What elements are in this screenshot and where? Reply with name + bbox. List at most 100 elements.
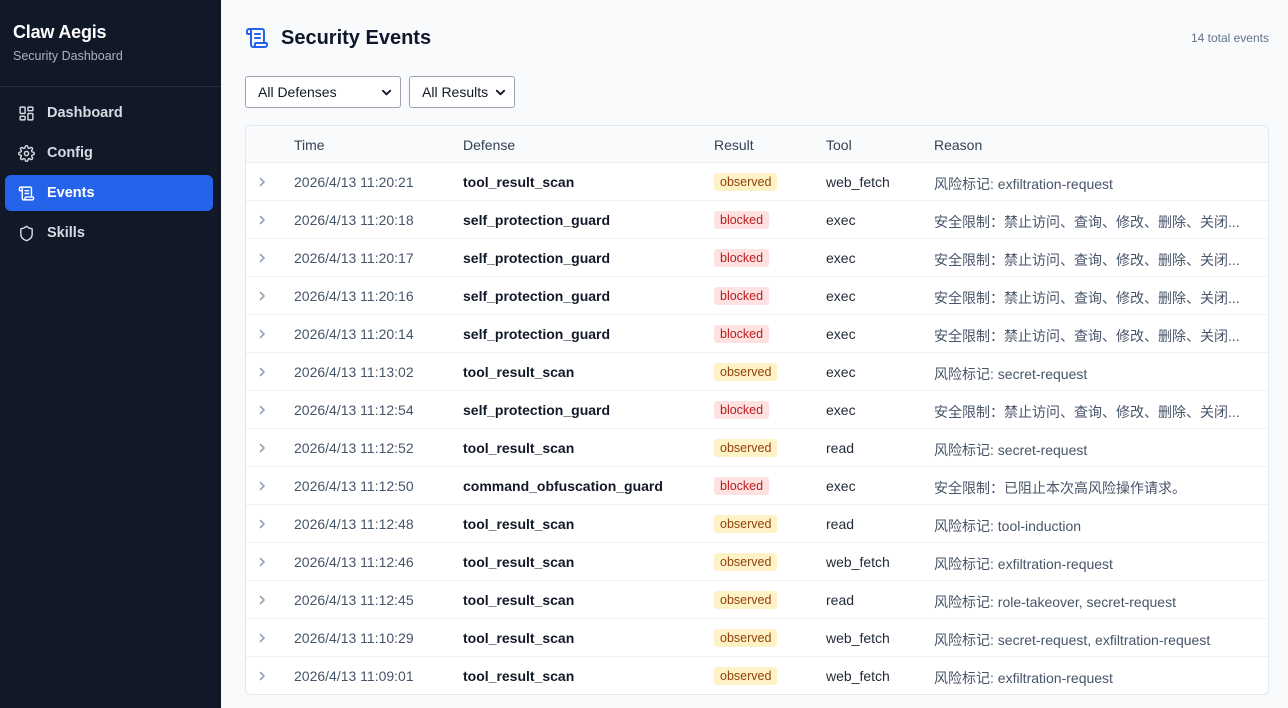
result-badge-cell: blocked (714, 325, 770, 343)
result-badge-cell: blocked (714, 211, 770, 229)
event-defense: self_protection_guard (463, 288, 611, 304)
event-tool: read (826, 440, 855, 456)
sidebar-nav: Dashboard Config Events Skills (0, 87, 221, 251)
result-badge-cell: observed (714, 515, 778, 533)
sidebar-item-label: Config (47, 145, 93, 161)
chevron-right-icon[interactable] (256, 518, 268, 530)
status-badge: observed (714, 629, 778, 647)
sidebar-item-events[interactable]: Events (5, 175, 213, 211)
event-reason: 安全限制：禁止访问、查询、修改、删除、关闭... (934, 328, 1240, 344)
event-defense: self_protection_guard (463, 212, 611, 228)
event-reason: 风险标记: exfiltration-request (934, 670, 1113, 686)
result-badge-cell: blocked (714, 287, 770, 305)
chevron-right-icon[interactable] (256, 290, 268, 302)
column-header-tool[interactable]: Tool (826, 137, 852, 153)
result-filter-select[interactable]: All Results (409, 76, 515, 108)
column-header-time[interactable]: Time (294, 137, 325, 153)
status-badge: blocked (714, 211, 770, 229)
table-row[interactable]: 2026/4/13 11:20:16 self_protection_guard b… (246, 277, 1268, 315)
chevron-right-icon[interactable] (256, 252, 268, 264)
table-row[interactable]: 2026/4/13 11:12:45 tool_result_scan observ… (246, 581, 1268, 619)
column-header-reason[interactable]: Reason (934, 137, 982, 153)
status-badge: observed (714, 363, 778, 381)
result-badge-cell: observed (714, 667, 778, 685)
sidebar-item-dashboard[interactable]: Dashboard (5, 95, 213, 131)
chevron-right-icon[interactable] (256, 442, 268, 454)
event-time: 2026/4/13 11:20:16 (294, 288, 414, 304)
column-header-defense[interactable]: Defense (463, 137, 515, 153)
event-defense: tool_result_scan (463, 440, 575, 456)
event-tool: web_fetch (826, 668, 890, 684)
chevron-right-icon[interactable] (256, 176, 268, 188)
table-row[interactable]: 2026/4/13 11:20:14 self_protection_guard b… (246, 315, 1268, 353)
event-tool: exec (826, 288, 856, 304)
table-row[interactable]: 2026/4/13 11:13:02 tool_result_scan observ… (246, 353, 1268, 391)
event-defense: tool_result_scan (463, 668, 575, 684)
table-row[interactable]: 2026/4/13 11:09:01 tool_result_scan observ… (246, 657, 1268, 694)
status-badge: blocked (714, 477, 770, 495)
event-tool: exec (826, 364, 856, 380)
gear-icon (18, 144, 35, 162)
table-body: 2026/4/13 11:20:21 tool_result_scan observ… (246, 163, 1268, 694)
result-badge-cell: blocked (714, 249, 770, 267)
table-row[interactable]: 2026/4/13 11:20:17 self_protection_guard b… (246, 239, 1268, 277)
scroll-icon (18, 185, 35, 202)
main-content: Security Events 14 total events All Defe… (221, 0, 1288, 708)
defense-filter-select[interactable]: All Defenses (245, 76, 401, 108)
event-tool: exec (826, 326, 856, 342)
table-row[interactable]: 2026/4/13 11:20:21 tool_result_scan observ… (246, 163, 1268, 201)
status-badge: observed (714, 591, 778, 609)
shield-icon (18, 225, 35, 242)
total-events-count: 14 total events (1190, 31, 1269, 45)
event-time: 2026/4/13 11:12:45 (294, 592, 414, 608)
defense-filter-value: All Defenses (258, 84, 337, 100)
sidebar-item-skills[interactable]: Skills (5, 215, 213, 251)
table-row[interactable]: 2026/4/13 11:12:54 self_protection_guard b… (246, 391, 1268, 429)
chevron-right-icon[interactable] (256, 480, 268, 492)
event-defense: tool_result_scan (463, 630, 575, 646)
event-reason: 安全限制：禁止访问、查询、修改、删除、关闭... (934, 214, 1240, 230)
event-time: 2026/4/13 11:12:50 (294, 478, 414, 494)
event-defense: self_protection_guard (463, 326, 611, 342)
event-defense: tool_result_scan (463, 174, 575, 190)
chevron-right-icon[interactable] (256, 366, 268, 378)
sidebar: Claw Aegis Security Dashboard Dashboard … (0, 0, 221, 708)
event-defense: tool_result_scan (463, 554, 575, 570)
event-tool: read (826, 516, 855, 532)
table-row[interactable]: 2026/4/13 11:12:46 tool_result_scan observ… (246, 543, 1268, 581)
table-row[interactable]: 2026/4/13 11:10:29 tool_result_scan observ… (246, 619, 1268, 657)
app-subtitle: Security Dashboard (13, 49, 123, 63)
chevron-right-icon[interactable] (256, 670, 268, 682)
scroll-icon (245, 26, 269, 50)
result-badge-cell: blocked (714, 477, 770, 495)
column-header-result[interactable]: Result (714, 137, 754, 153)
chevron-right-icon[interactable] (256, 594, 268, 606)
event-tool: exec (826, 478, 856, 494)
event-tool: web_fetch (826, 630, 890, 646)
page-title: Security Events (281, 26, 432, 49)
event-defense: self_protection_guard (463, 402, 611, 418)
table-row[interactable]: 2026/4/13 11:12:48 tool_result_scan observ… (246, 505, 1268, 543)
event-reason: 风险标记: secret-request (934, 442, 1088, 458)
result-badge-cell: observed (714, 173, 778, 191)
status-badge: observed (714, 553, 778, 571)
event-tool: web_fetch (826, 554, 890, 570)
table-row[interactable]: 2026/4/13 11:12:50 command_obfuscation_gu… (246, 467, 1268, 505)
chevron-right-icon[interactable] (256, 632, 268, 644)
chevron-right-icon[interactable] (256, 404, 268, 416)
table-header: Time Defense Result Tool Reason (246, 126, 1268, 163)
result-badge-cell: observed (714, 439, 778, 457)
filters: All Defenses All Results (245, 76, 515, 108)
chevron-right-icon[interactable] (256, 328, 268, 340)
status-badge: observed (714, 515, 778, 533)
event-defense: command_obfuscation_guard (463, 478, 663, 494)
table-row[interactable]: 2026/4/13 11:20:18 self_protection_guard b… (246, 201, 1268, 239)
event-reason: 风险标记: secret-request, exfiltration-reque… (934, 632, 1211, 648)
event-defense: tool_result_scan (463, 516, 575, 532)
table-row[interactable]: 2026/4/13 11:12:52 tool_result_scan observ… (246, 429, 1268, 467)
event-reason: 风险标记: role-takeover, secret-request (934, 594, 1176, 610)
sidebar-item-config[interactable]: Config (5, 135, 213, 171)
event-tool: exec (826, 212, 856, 228)
chevron-right-icon[interactable] (256, 556, 268, 568)
chevron-right-icon[interactable] (256, 214, 268, 226)
